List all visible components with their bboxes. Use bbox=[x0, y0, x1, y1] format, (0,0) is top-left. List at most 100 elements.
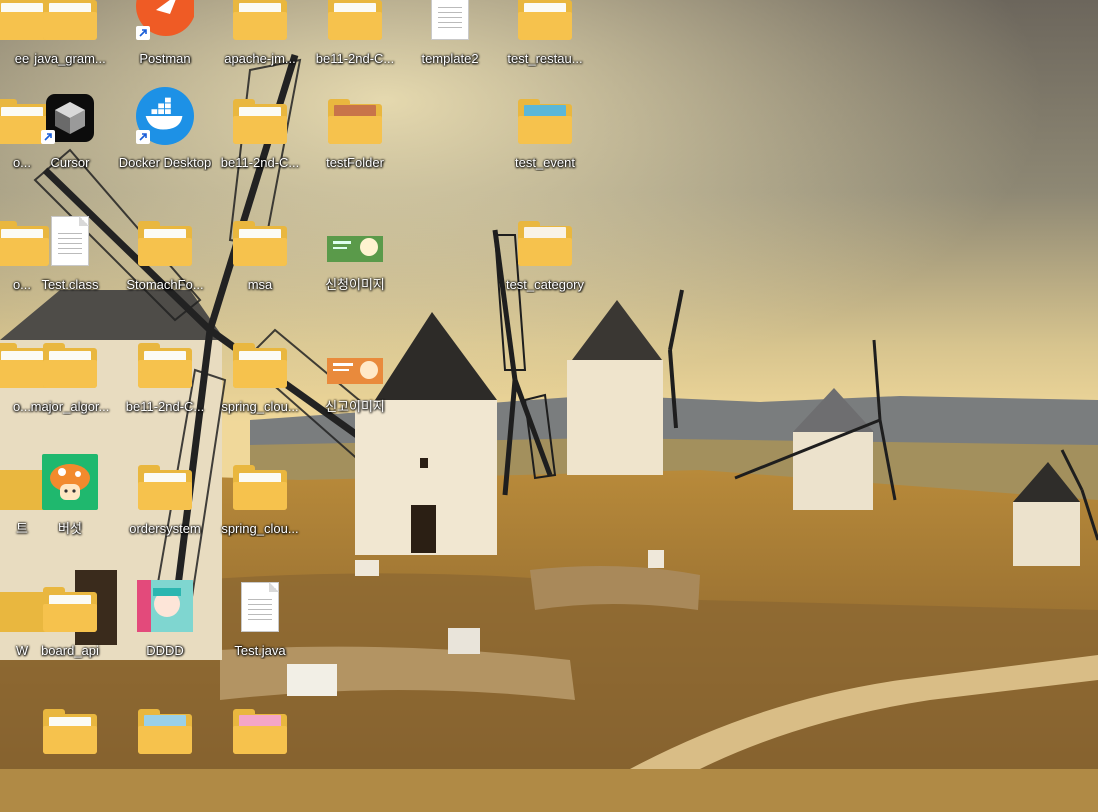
image-thumbnail-icon bbox=[327, 358, 383, 384]
desktop-icon-spring-clou[interactable]: spring_clou... bbox=[213, 458, 307, 568]
folder-icon bbox=[233, 0, 287, 40]
desktop-icon-be11-2nd-c[interactable]: be11-2nd-C... bbox=[213, 92, 307, 202]
folder-icon bbox=[233, 221, 287, 266]
icon-graphic bbox=[136, 580, 194, 632]
folder-icon bbox=[233, 343, 287, 388]
icon-graphic bbox=[41, 0, 99, 40]
desktop-icon-testfolder[interactable]: testFolder bbox=[308, 92, 402, 202]
desktop-icon-test-restau[interactable]: test_restau... bbox=[498, 0, 592, 98]
icon-graphic bbox=[136, 702, 194, 754]
desktop-icon-신고이미지[interactable]: 신고이미지 bbox=[308, 336, 402, 446]
desktop-icon-blank[interactable] bbox=[23, 702, 117, 812]
icon-graphic bbox=[231, 92, 289, 144]
mushroom-app-icon bbox=[42, 454, 98, 510]
icon-graphic bbox=[136, 336, 194, 388]
shortcut-arrow-icon bbox=[41, 130, 55, 144]
icon-graphic bbox=[41, 580, 99, 632]
folder-icon bbox=[518, 221, 572, 266]
desktop-icon-template2[interactable]: template2 bbox=[403, 0, 497, 98]
icon-graphic bbox=[136, 87, 194, 145]
icon-graphic bbox=[136, 458, 194, 510]
desktop-icon-be11-2nd-c[interactable]: be11-2nd-C... bbox=[118, 336, 212, 446]
document-file-icon bbox=[241, 582, 279, 632]
desktop-icon-label: Test.class bbox=[41, 277, 99, 292]
desktop-icon-label: java_gram... bbox=[34, 51, 106, 66]
icon-graphic bbox=[41, 702, 99, 754]
icon-graphic bbox=[41, 214, 99, 266]
desktop-icon-postman[interactable]: Postman bbox=[118, 0, 212, 98]
desktop-icon-be11-2nd-c[interactable]: be11-2nd-C... bbox=[308, 0, 402, 98]
desktop-icon-label: 신고이미지 bbox=[325, 399, 385, 414]
folder-icon bbox=[43, 0, 97, 40]
desktop-icon-label: template2 bbox=[421, 51, 479, 66]
document-file-icon bbox=[51, 216, 89, 266]
desktop-icon-cursor[interactable]: Cursor bbox=[23, 92, 117, 202]
desktop-icon-label: be11-2nd-C... bbox=[220, 155, 300, 170]
desktop-icon-test-class[interactable]: Test.class bbox=[23, 214, 117, 324]
desktop-icon-label: 버섯 bbox=[58, 521, 82, 536]
desktop-icon-label: apache-jm... bbox=[224, 51, 296, 66]
folder-icon bbox=[138, 709, 192, 754]
desktop-icon-test-java[interactable]: Test.java bbox=[213, 580, 307, 690]
folder-icon bbox=[518, 0, 572, 40]
folder-icon bbox=[138, 221, 192, 266]
image-thumbnail-icon bbox=[327, 236, 383, 262]
desktop-icon-blank[interactable] bbox=[213, 702, 307, 812]
desktop-icon-label: spring_clou... bbox=[221, 521, 299, 536]
folder-icon bbox=[43, 709, 97, 754]
desktop-icon-label: StomachFo... bbox=[126, 277, 204, 292]
desktop-icon-label: spring_clou... bbox=[221, 399, 299, 414]
desktop-icon-label: Docker Desktop bbox=[118, 155, 212, 170]
desktop-icon-신청이미지[interactable]: 신청이미지 bbox=[308, 214, 402, 324]
icon-graphic bbox=[41, 336, 99, 388]
desktop-icon-dddd[interactable]: DDDD bbox=[118, 580, 212, 690]
folder-icon bbox=[233, 465, 287, 510]
desktop-icon-apache-jm[interactable]: apache-jm... bbox=[213, 0, 307, 98]
icon-graphic bbox=[326, 0, 384, 40]
desktop-icon-board-api[interactable]: board_api bbox=[23, 580, 117, 690]
desktop-icon-ordersystem[interactable]: ordersystem bbox=[118, 458, 212, 568]
icon-graphic bbox=[516, 214, 574, 266]
icon-graphic bbox=[231, 214, 289, 266]
desktop-icon-label: testFolder bbox=[326, 155, 384, 170]
folder-icon bbox=[138, 343, 192, 388]
desktop-icon-label: test_category bbox=[505, 277, 585, 292]
desktop-icon-label: test_event bbox=[515, 155, 575, 170]
desktop-icon-버섯[interactable]: 버섯 bbox=[23, 454, 117, 568]
folder-icon bbox=[233, 709, 287, 754]
desktop-icon-test-category[interactable]: test_category bbox=[498, 214, 592, 324]
desktop-icon-test-event[interactable]: test_event bbox=[498, 92, 592, 202]
folder-icon bbox=[233, 99, 287, 144]
folder-icon bbox=[43, 343, 97, 388]
desktop-icon-docker-desktop[interactable]: Docker Desktop bbox=[118, 87, 212, 202]
desktop-icon-major-algor[interactable]: major_algor... bbox=[23, 336, 117, 446]
folder-icon bbox=[328, 99, 382, 144]
icon-graphic bbox=[231, 702, 289, 754]
icon-graphic bbox=[326, 214, 384, 266]
desktop-icon-label: major_algor... bbox=[30, 399, 110, 414]
desktop-icon-label: msa bbox=[247, 277, 273, 292]
desktop-icon-stomachfo[interactable]: StomachFo... bbox=[118, 214, 212, 324]
folder-icon bbox=[518, 99, 572, 144]
desktop-icon-label: Cursor bbox=[50, 155, 90, 170]
icon-graphic bbox=[516, 92, 574, 144]
icon-graphic bbox=[136, 0, 194, 40]
shortcut-arrow-icon bbox=[136, 130, 150, 144]
shortcut-arrow-icon bbox=[136, 26, 150, 40]
desktop-icon-label: ordersystem bbox=[129, 521, 201, 536]
folder-icon bbox=[138, 465, 192, 510]
document-file-icon bbox=[431, 0, 469, 40]
icon-graphic bbox=[41, 92, 99, 144]
icon-graphic bbox=[421, 0, 479, 40]
desktop-icon-java-gram[interactable]: java_gram... bbox=[23, 0, 117, 98]
desktop-icon-msa[interactable]: msa bbox=[213, 214, 307, 324]
desktop-icon-label: DDDD bbox=[146, 643, 184, 658]
desktop-icon-spring-clou[interactable]: spring_clou... bbox=[213, 336, 307, 446]
desktop-icon-label: be11-2nd-C... bbox=[125, 399, 205, 414]
folder-icon bbox=[328, 0, 382, 40]
desktop-icon-label: test_restau... bbox=[507, 51, 583, 66]
icon-graphic bbox=[326, 92, 384, 144]
desktop-icon-blank[interactable] bbox=[118, 702, 212, 812]
icon-graphic bbox=[516, 0, 574, 40]
desktop-icon-label: 신청이미지 bbox=[325, 277, 385, 292]
